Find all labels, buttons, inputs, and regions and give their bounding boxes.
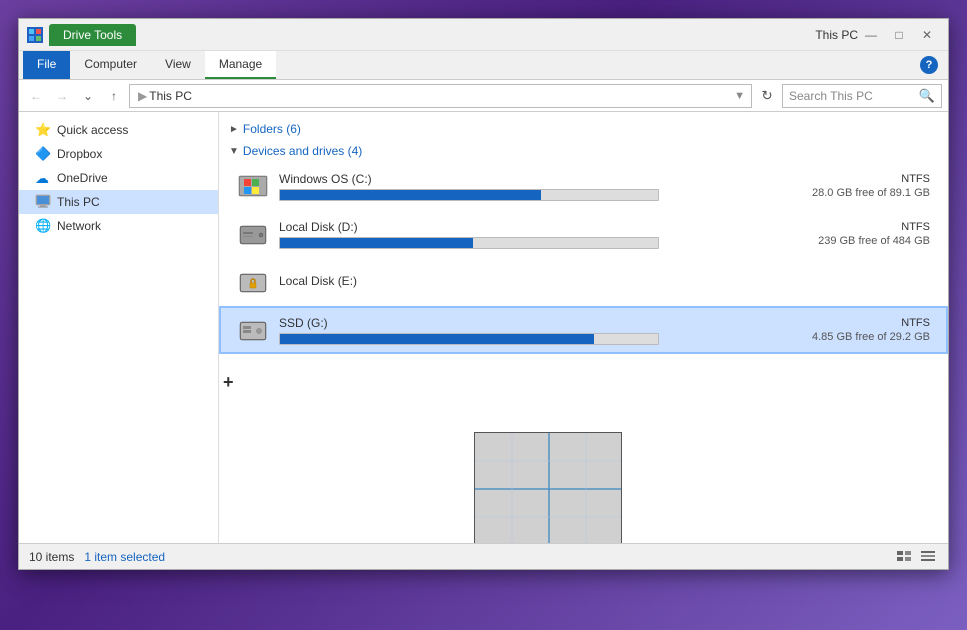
ribbon: File Computer View Manage ? [19, 51, 948, 80]
drive-d[interactable]: Local Disk (D:) NTFS 239 GB free of 484 … [219, 210, 948, 258]
drive-c-fill [280, 190, 541, 200]
back-button[interactable]: ← [25, 85, 47, 107]
drive-d-info: Local Disk (D:) [279, 220, 740, 249]
sidebar-label-network: Network [57, 219, 101, 233]
this-pc-icon [35, 194, 51, 210]
search-placeholder: Search This PC [789, 89, 915, 103]
tab-file[interactable]: File [23, 51, 70, 79]
drive-d-name: Local Disk (D:) [279, 220, 740, 234]
search-box[interactable]: Search This PC 🔍 [782, 84, 942, 108]
details-view-button[interactable] [894, 547, 914, 567]
address-path[interactable]: ▶ This PC ▼ [129, 84, 752, 108]
drive-d-fs: NTFS [750, 221, 930, 233]
folders-chevron-icon: ► [229, 124, 239, 135]
drives-section-header[interactable]: ▼ Devices and drives (4) [219, 140, 948, 162]
onedrive-icon: ☁ [35, 170, 51, 186]
window-title: This PC [815, 28, 858, 42]
sidebar-label-this-pc: This PC [57, 195, 100, 209]
drive-d-space: 239 GB free of 484 GB [750, 235, 930, 247]
drive-c-progress [279, 189, 659, 201]
sidebar-item-dropbox[interactable]: 🔷 Dropbox [19, 142, 218, 166]
drive-g-fill [280, 334, 594, 344]
drive-e-name: Local Disk (E:) [279, 274, 740, 288]
cursor-plus-icon: + [223, 372, 234, 393]
quick-access-icon: ⭐ [35, 122, 51, 138]
sidebar-item-onedrive[interactable]: ☁ OneDrive [19, 166, 218, 190]
address-bar: ← → ⌄ ↑ ▶ This PC ▼ ↻ Search This PC 🔍 [19, 80, 948, 112]
maximize-button[interactable]: □ [886, 25, 912, 45]
drive-g-info: SSD (G:) [279, 316, 740, 345]
drive-g-fs: NTFS [750, 317, 930, 329]
tab-computer[interactable]: Computer [70, 51, 151, 79]
minimize-button[interactable]: — [858, 25, 884, 45]
drives-chevron-icon: ▼ [229, 146, 239, 157]
view-buttons [894, 547, 938, 567]
path-item[interactable]: This PC [149, 89, 192, 103]
drive-g-progress [279, 333, 659, 345]
main-area: ⭐ Quick access 🔷 Dropbox ☁ OneDrive [19, 112, 948, 543]
drive-c[interactable]: Windows OS (C:) NTFS 28.0 GB free of 89.… [219, 162, 948, 210]
sidebar-label-quick-access: Quick access [57, 123, 128, 137]
content-area: ► Folders (6) ▼ Devices and drives (4) [219, 112, 948, 543]
drive-d-progress [279, 237, 659, 249]
recent-button[interactable]: ⌄ [77, 85, 99, 107]
dropbox-icon: 🔷 [35, 146, 51, 162]
explorer-window: Drive Tools This PC — □ ✕ File Computer … [18, 18, 949, 570]
status-bar: 10 items 1 item selected [19, 543, 948, 569]
ribbon-tabs: File Computer View Manage ? [19, 51, 948, 79]
drive-g-name: SSD (G:) [279, 316, 740, 330]
folders-section-header[interactable]: ► Folders (6) [219, 118, 948, 140]
help-button[interactable]: ? [920, 56, 938, 74]
sidebar-item-this-pc[interactable]: This PC [19, 190, 218, 214]
drives-section-label: Devices and drives (4) [243, 144, 362, 158]
sidebar-item-quick-access[interactable]: ⭐ Quick access [19, 118, 218, 142]
drive-c-info: Windows OS (C:) [279, 172, 740, 201]
drive-e-icon [237, 266, 269, 298]
refresh-button[interactable]: ↻ [756, 85, 778, 107]
drive-g-icon [237, 314, 269, 346]
drive-e[interactable]: Local Disk (E:) [219, 258, 948, 306]
drive-c-space: 28.0 GB free of 89.1 GB [750, 187, 930, 199]
path-dropdown[interactable]: ▼ [734, 90, 745, 102]
drive-c-meta: NTFS 28.0 GB free of 89.1 GB [750, 173, 930, 199]
search-icon[interactable]: 🔍 [919, 88, 935, 104]
drive-c-name: Windows OS (C:) [279, 172, 740, 186]
drive-e-info: Local Disk (E:) [279, 274, 740, 291]
up-button[interactable]: ↑ [103, 85, 125, 107]
sidebar: ⭐ Quick access 🔷 Dropbox ☁ OneDrive [19, 112, 219, 543]
drive-g-meta: NTFS 4.85 GB free of 29.2 GB [750, 317, 930, 343]
preview-popup: (460 , 419) 217, 217, 217 [474, 432, 622, 543]
window-controls: — □ ✕ [858, 25, 940, 45]
drive-g[interactable]: SSD (G:) NTFS 4.85 GB free of 29.2 GB [219, 306, 948, 354]
drive-g-space: 4.85 GB free of 29.2 GB [750, 331, 930, 343]
tab-manage[interactable]: Manage [205, 51, 276, 79]
sidebar-label-onedrive: OneDrive [57, 171, 108, 185]
preview-canvas [475, 433, 622, 543]
selected-count: 1 item selected [84, 550, 165, 564]
app-icon [27, 27, 43, 43]
large-icons-view-button[interactable] [918, 547, 938, 567]
drive-d-icon [237, 218, 269, 250]
ribbon-tabs-bar: Drive Tools [49, 24, 805, 46]
close-button[interactable]: ✕ [914, 25, 940, 45]
title-bar: Drive Tools This PC — □ ✕ [19, 19, 948, 51]
drive-tools-tab[interactable]: Drive Tools [49, 24, 136, 46]
forward-button[interactable]: → [51, 85, 73, 107]
drive-d-meta: NTFS 239 GB free of 484 GB [750, 221, 930, 247]
item-count: 10 items [29, 550, 74, 564]
sidebar-label-dropbox: Dropbox [57, 147, 102, 161]
drive-c-icon [237, 170, 269, 202]
network-icon: 🌐 [35, 218, 51, 234]
drive-d-fill [280, 238, 473, 248]
sidebar-item-network[interactable]: 🌐 Network [19, 214, 218, 238]
folders-section-label: Folders (6) [243, 122, 301, 136]
tab-view[interactable]: View [151, 51, 205, 79]
drive-c-fs: NTFS [750, 173, 930, 185]
